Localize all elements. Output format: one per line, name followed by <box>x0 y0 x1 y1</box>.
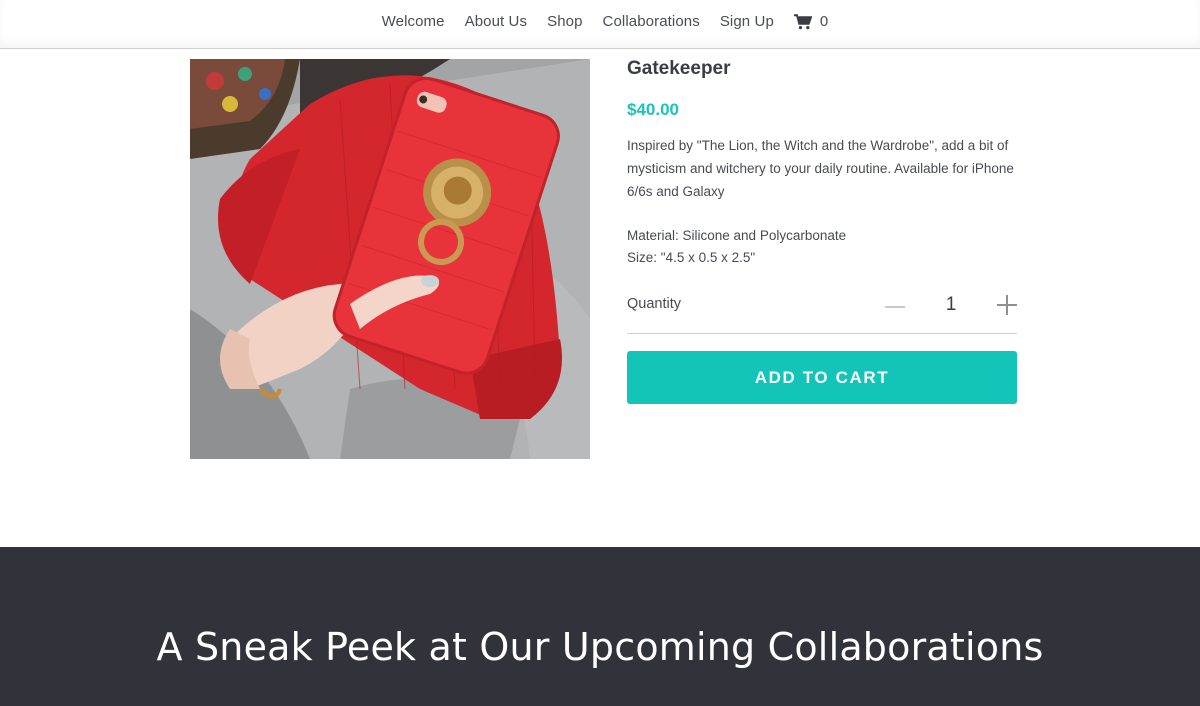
nav-link-sign-up[interactable]: Sign Up <box>720 13 774 30</box>
nav-links: Welcome About Us Shop Collaborations Sig… <box>0 13 1200 30</box>
product-size: Size: "4.5 x 0.5 x 2.5" <box>627 250 756 265</box>
top-nav: Welcome About Us Shop Collaborations Sig… <box>0 0 1200 49</box>
product-description: Inspired by "The Lion, the Witch and the… <box>627 138 1014 199</box>
shopping-cart-icon <box>793 13 812 29</box>
cart-button[interactable]: 0 <box>793 13 829 30</box>
minus-icon[interactable] <box>885 290 905 324</box>
nav-link-about-us[interactable]: About Us <box>465 13 528 30</box>
product-title: Gatekeeper <box>627 58 731 79</box>
plus-icon[interactable] <box>997 295 1017 315</box>
nav-link-welcome[interactable]: Welcome <box>382 13 445 30</box>
sneak-peek-section: A Sneak Peek at Our Upcoming Collaborati… <box>0 547 1200 706</box>
product-details: Gatekeeper $40.00 Inspired by "The Lion,… <box>627 58 1017 404</box>
add-to-cart-button[interactable]: ADD TO CART <box>627 351 1017 404</box>
product-specs: Material: Silicone and Polycarbonate Siz… <box>627 225 846 269</box>
product-image <box>190 59 590 459</box>
product-price: $40.00 <box>627 100 679 119</box>
nav-link-collaborations[interactable]: Collaborations <box>603 13 700 30</box>
quantity-value[interactable]: 1 <box>939 294 963 316</box>
sneak-peek-heading: A Sneak Peek at Our Upcoming Collaborati… <box>156 625 1044 669</box>
quantity-stepper: Quantity 1 <box>627 290 1017 334</box>
product-material: Material: Silicone and Polycarbonate <box>627 228 847 243</box>
quantity-label: Quantity <box>627 296 681 312</box>
nav-link-shop[interactable]: Shop <box>547 13 582 30</box>
product-photo <box>190 59 590 459</box>
cart-count: 0 <box>819 13 829 30</box>
